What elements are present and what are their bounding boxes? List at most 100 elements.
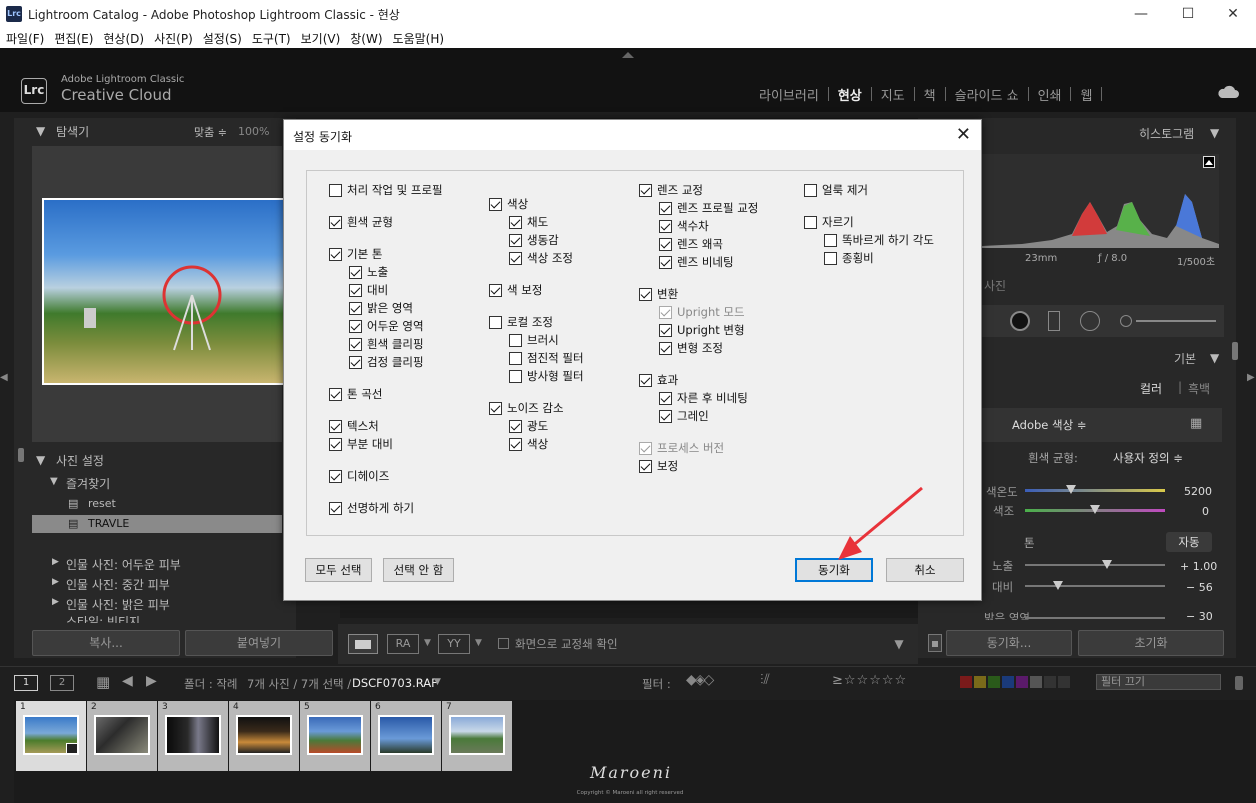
source-label[interactable]: 폴더 : 작례	[184, 676, 238, 692]
select-none-button[interactable]: 선택 안 함	[383, 558, 454, 582]
spot-removal-icon[interactable]	[1010, 311, 1030, 331]
sync-option-checkbox[interactable]: 선명하게 하기	[329, 500, 414, 516]
checkbox-empty-icon[interactable]	[509, 333, 522, 347]
thumbnail[interactable]: 4	[229, 701, 299, 771]
before-after-tb-icon[interactable]: YY	[438, 634, 470, 654]
sync-button[interactable]: 동기화...	[946, 630, 1072, 656]
paste-button[interactable]: 붙여넣기	[185, 630, 333, 656]
before-after-lr-icon[interactable]: RA	[387, 634, 419, 654]
rating-filter-stars-icon[interactable]: ≥☆☆☆☆☆	[832, 673, 907, 688]
sync-option-checkbox[interactable]: 기본 톤	[329, 246, 382, 262]
checkbox-checked-icon[interactable]	[349, 301, 362, 315]
checkbox-checked-icon[interactable]	[329, 469, 342, 483]
menu-develop[interactable]: 현상(D)	[97, 28, 144, 47]
checkbox-checked-icon[interactable]	[639, 183, 652, 197]
sync-option-checkbox[interactable]: 방사형 필터	[509, 368, 584, 384]
sync-option-checkbox[interactable]: 자르기	[804, 214, 854, 230]
edited-filter-icon[interactable]: ⫶⫽	[760, 672, 770, 688]
group-triangle-icon[interactable]: ▶	[52, 597, 59, 607]
sync-option-checkbox[interactable]: 점진적 필터	[509, 350, 584, 366]
checkbox-checked-icon[interactable]	[489, 283, 502, 297]
preset-group-vintage[interactable]: 스타일: 빈티지	[66, 613, 140, 623]
back-arrow-icon[interactable]: ◀	[122, 673, 133, 689]
checkbox-empty-icon[interactable]	[824, 233, 837, 247]
sync-option-checkbox[interactable]: 렌즈 프로필 교정	[659, 200, 758, 216]
sync-option-checkbox[interactable]: 변형 조정	[659, 340, 723, 356]
checkbox-checked-icon[interactable]	[489, 197, 502, 211]
wb-select[interactable]: 사용자 정의 ≑	[1113, 450, 1183, 466]
checkbox-checked-icon[interactable]	[659, 201, 672, 215]
primary-display-icon[interactable]: 1	[14, 675, 38, 691]
bw-mode[interactable]: 흑백	[1188, 380, 1210, 397]
sync-option-checkbox[interactable]: 렌즈 비네팅	[659, 254, 734, 270]
grid-view-icon[interactable]: ▦	[96, 673, 110, 691]
chevron-down-icon[interactable]: ▼	[475, 638, 482, 648]
left-collapse-icon[interactable]: ◀	[0, 372, 8, 383]
sync-option-checkbox[interactable]: 보정	[639, 458, 678, 474]
sync-option-checkbox[interactable]: 효과	[639, 372, 678, 388]
presets-title[interactable]: 사진 설정	[56, 452, 104, 469]
close-window-button[interactable]: ✕	[1210, 0, 1256, 28]
profile-browser-icon[interactable]: ▦	[1190, 416, 1202, 431]
thumbnail[interactable]: 1	[16, 701, 86, 771]
module-map[interactable]: 지도	[872, 85, 914, 104]
basic-title[interactable]: 기본	[1174, 350, 1196, 367]
radial-filter-icon[interactable]	[1080, 311, 1100, 331]
tint-value[interactable]: 0	[1202, 505, 1209, 518]
sync-option-checkbox[interactable]: 처리 작업 및 프로필	[329, 182, 443, 198]
checkbox-checked-icon[interactable]	[329, 247, 342, 261]
toolbar-menu-icon[interactable]: ▼	[884, 632, 914, 656]
sync-option-checkbox[interactable]: 텍스처	[329, 418, 379, 434]
sync-option-checkbox[interactable]: 생동감	[509, 232, 559, 248]
checkbox-checked-icon[interactable]	[489, 401, 502, 415]
module-library[interactable]: 라이브러리	[750, 85, 828, 104]
sync-option-checkbox[interactable]: 노출	[349, 264, 388, 280]
sync-option-checkbox[interactable]: 브러시	[509, 332, 559, 348]
checkbox-checked-icon[interactable]	[509, 419, 522, 433]
auto-sync-toggle[interactable]	[928, 634, 942, 652]
highlights-slider[interactable]	[1025, 617, 1165, 619]
checkbox-checked-icon[interactable]	[659, 237, 672, 251]
sync-option-checkbox[interactable]: 변환	[639, 286, 678, 302]
menu-help[interactable]: 도움말(H)	[387, 28, 445, 47]
histogram-triangle-icon[interactable]: ▼	[1210, 126, 1219, 140]
brush-icon[interactable]	[1120, 315, 1132, 327]
profile-select[interactable]: Adobe 색상 ≑	[1012, 417, 1086, 433]
chevron-down-icon[interactable]: ▼	[434, 677, 441, 687]
sync-option-checkbox[interactable]: 색상 조정	[509, 250, 573, 266]
flag-filter-icon[interactable]: ◆◈◇	[686, 672, 714, 688]
sync-option-checkbox[interactable]: 색수차	[659, 218, 709, 234]
checkbox-empty-icon[interactable]	[804, 183, 817, 197]
navigator-image[interactable]	[42, 198, 285, 385]
checkbox-checked-icon[interactable]	[509, 251, 522, 265]
color-mode[interactable]: 컬러	[1140, 380, 1162, 397]
checkbox-checked-icon[interactable]	[659, 409, 672, 423]
menu-edit[interactable]: 편집(E)	[48, 28, 93, 47]
menu-tools[interactable]: 도구(T)	[246, 28, 291, 47]
sync-option-checkbox[interactable]: 채도	[509, 214, 548, 230]
module-web[interactable]: 웹	[1071, 85, 1101, 104]
exposure-slider-thumb[interactable]	[1102, 560, 1112, 569]
checkbox-checked-icon[interactable]	[659, 219, 672, 233]
sync-option-checkbox[interactable]: 렌즈 교정	[639, 182, 703, 198]
checkbox-checked-icon[interactable]	[329, 419, 342, 433]
soft-proof-label[interactable]: 화면으로 교정쇄 확인	[515, 636, 618, 652]
navigator-fit[interactable]: 맞춤 ≑	[194, 124, 227, 140]
module-slideshow[interactable]: 슬라이드 쇼	[946, 85, 1028, 104]
graduated-filter-icon[interactable]	[1048, 311, 1060, 331]
left-scrollbar[interactable]	[18, 448, 24, 462]
right-scrollbar[interactable]	[1232, 342, 1238, 360]
navigator-title[interactable]: 탐색기	[56, 123, 89, 140]
temp-value[interactable]: 5200	[1184, 485, 1212, 498]
thumbnail[interactable]: 6	[371, 701, 441, 771]
checkbox-checked-icon[interactable]	[639, 373, 652, 387]
preset-group-medium[interactable]: 인물 사진: 중간 피부	[66, 576, 170, 593]
exposure-slider[interactable]	[1025, 564, 1165, 566]
menu-window[interactable]: 창(W)	[344, 28, 382, 47]
reset-button[interactable]: 초기화	[1078, 630, 1224, 656]
select-all-button[interactable]: 모두 선택	[305, 558, 372, 582]
sync-option-checkbox[interactable]: 색상	[509, 436, 548, 452]
auto-button[interactable]: 자동	[1166, 532, 1212, 552]
contrast-slider-thumb[interactable]	[1053, 581, 1063, 590]
checkbox-empty-icon[interactable]	[824, 251, 837, 265]
